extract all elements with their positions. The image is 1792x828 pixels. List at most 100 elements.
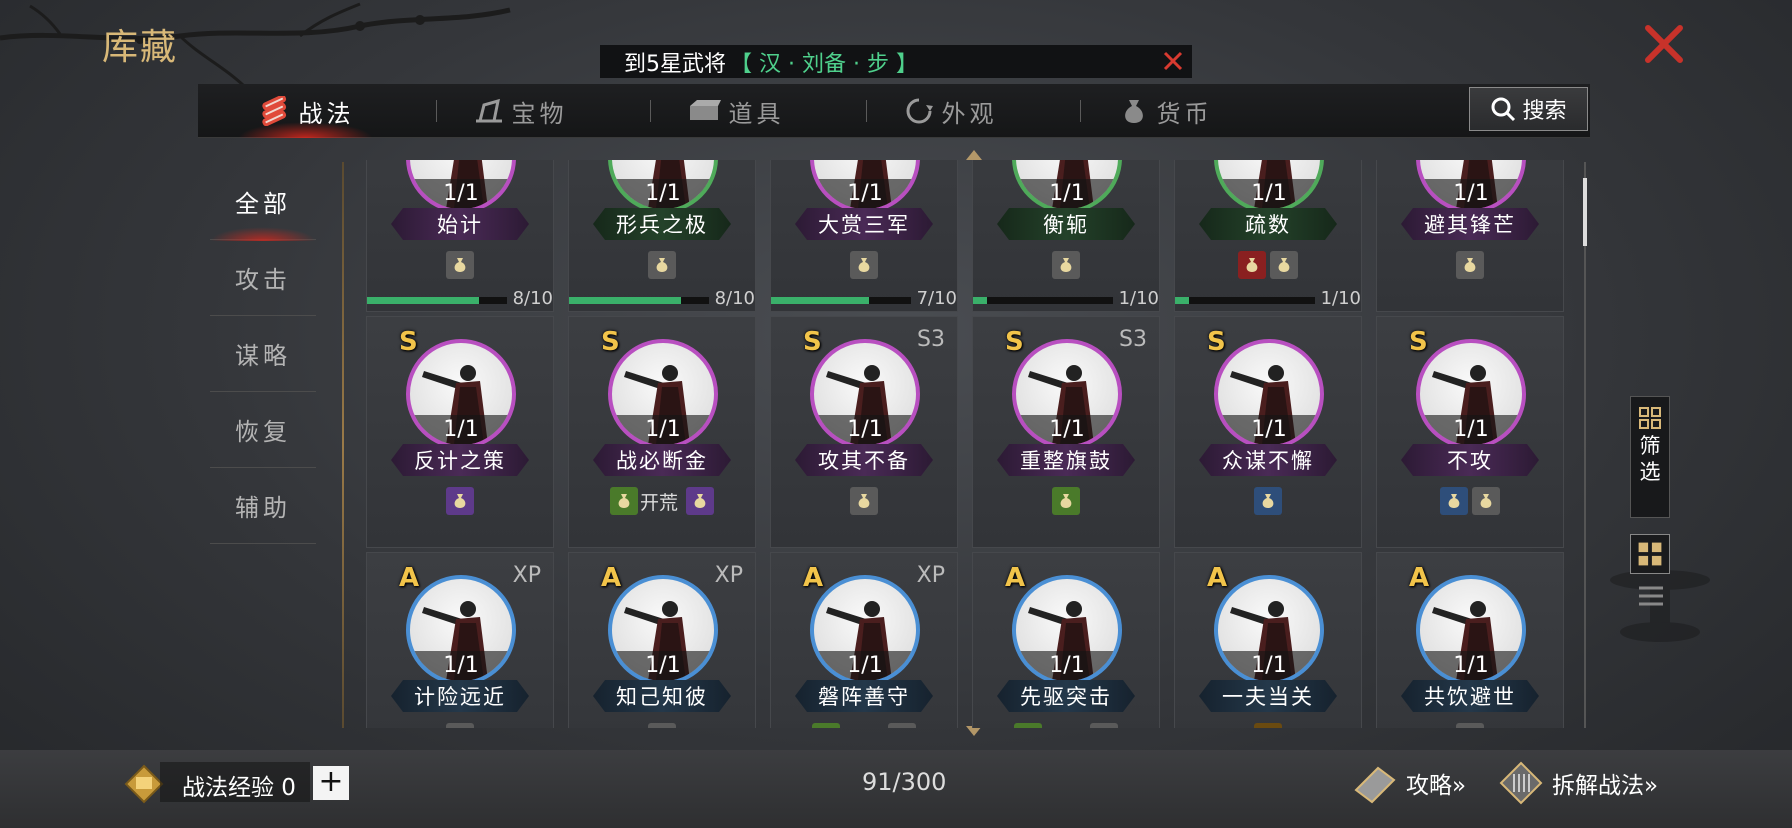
- grid-view-icon[interactable]: [1630, 534, 1670, 574]
- tab-tactics[interactable]: 战法: [198, 84, 413, 138]
- blue-source-icon: [1254, 487, 1282, 515]
- tactic-card[interactable]: 1/1 S 不攻: [1376, 316, 1564, 548]
- list-view-icon[interactable]: [1638, 584, 1664, 612]
- source-badges: [569, 723, 755, 728]
- source-badges: [569, 251, 755, 279]
- scroll-thumb[interactable]: [1583, 178, 1587, 246]
- add-exp-button[interactable]: +: [313, 766, 349, 800]
- tactic-card[interactable]: 1/1 形兵之极 8/10: [568, 160, 756, 312]
- banner-close-icon[interactable]: [1162, 50, 1184, 72]
- guide-label: 攻略»: [1406, 773, 1467, 799]
- tactic-portrait: 1/1: [608, 575, 718, 685]
- tab-label: 宝物: [511, 99, 568, 128]
- grid-scrollbar[interactable]: [1583, 162, 1587, 728]
- tactic-count: 1/1: [1218, 415, 1320, 445]
- tactic-name: 重整旗鼓: [997, 444, 1135, 476]
- tab-appearance[interactable]: 外观: [843, 84, 1058, 138]
- tactic-count: 1/1: [612, 415, 714, 445]
- tactic-name: 始计: [391, 208, 529, 240]
- grade-badge: A: [399, 563, 420, 593]
- sidebar-item-attack[interactable]: 攻击: [210, 240, 316, 316]
- source-badges: [1377, 487, 1563, 515]
- red-source-icon: [1238, 251, 1266, 279]
- tactic-count: 1/1: [612, 179, 714, 209]
- purple-source-icon: [686, 487, 714, 515]
- guide-button[interactable]: 攻略»: [1352, 758, 1466, 808]
- filter-button[interactable]: 筛选: [1630, 396, 1670, 518]
- banner-highlight: 【 汉 · 刘备 · 步 】: [730, 51, 918, 77]
- tactic-portrait: 1/1: [406, 160, 516, 213]
- tactic-card[interactable]: 1/1 S 战必断金 开荒: [568, 316, 756, 548]
- sidebar-item-support[interactable]: 辅助: [210, 468, 316, 544]
- grade-badge: A: [1409, 563, 1430, 593]
- close-icon[interactable]: [1640, 20, 1688, 68]
- tactic-card[interactable]: 1/1 S 众谋不懈: [1174, 316, 1362, 548]
- tactic-name: 攻其不备: [795, 444, 933, 476]
- tactic-card[interactable]: 1/1 衡轭 1/10: [972, 160, 1160, 312]
- progress-bar: 1/10: [973, 288, 1159, 311]
- tactic-card[interactable]: 1/1 大赏三军 7/10: [770, 160, 958, 312]
- tactic-grid-viewport[interactable]: 1/1 始计 8/10 1/1 形兵之极 8/10 1/1 大赏三军 7/10 1/1 衡轭 1/10…: [366, 160, 1566, 728]
- tactic-card[interactable]: 1/1 S S3 攻其不备: [770, 316, 958, 548]
- tactic-card[interactable]: 1/1 S 反计之策: [366, 316, 554, 548]
- progress-label: 7/10: [916, 288, 957, 309]
- tab-currency[interactable]: 货币: [1058, 84, 1273, 138]
- tactic-card[interactable]: 1/1 A XP 计险远近: [366, 552, 554, 728]
- source-badges: 开荒: [973, 723, 1159, 728]
- grade-badge: A: [1207, 563, 1228, 593]
- tactic-card[interactable]: 1/1 A XP 知己知彼: [568, 552, 756, 728]
- sidebar-item-strategy[interactable]: 谋略: [210, 316, 316, 392]
- sidebar-item-all[interactable]: 全部: [210, 164, 316, 241]
- filter-grid-icon: [1639, 407, 1661, 429]
- item-box-icon: [689, 100, 721, 120]
- progress-bar: 7/10: [771, 288, 957, 311]
- tactic-card[interactable]: 1/1 A 先驱突击开荒: [972, 552, 1160, 728]
- tactic-name: 计险远近: [391, 680, 529, 712]
- tactic-count: 1/1: [410, 651, 512, 681]
- gold-source-icon: [446, 251, 474, 279]
- tactic-name: 反计之策: [391, 444, 529, 476]
- tactic-card[interactable]: 1/1 A 共饮避世: [1376, 552, 1564, 728]
- gold-source-icon: [1456, 251, 1484, 279]
- tactic-count: 1/1: [1218, 179, 1320, 209]
- tactic-name: 避其锋芒: [1401, 208, 1539, 240]
- season-tag: S3: [917, 327, 945, 352]
- tab-treasure[interactable]: 宝物: [413, 84, 628, 138]
- gold-source-icon: [1270, 251, 1298, 279]
- grade-badge: S: [1207, 327, 1226, 357]
- tactic-card[interactable]: 1/1 A XP 磐阵善守开荒: [770, 552, 958, 728]
- sidebar-item-recovery[interactable]: 恢复: [210, 392, 316, 468]
- banner-text: 到5星武将: [624, 51, 726, 77]
- tactic-name: 共饮避世: [1401, 680, 1539, 712]
- decompose-label: 拆解战法»: [1552, 773, 1659, 799]
- progress-bar: 8/10: [569, 288, 755, 311]
- tactic-card[interactable]: 1/1 始计 8/10: [366, 160, 554, 312]
- grade-badge: A: [1005, 563, 1026, 593]
- decompose-tactics-button[interactable]: 拆解战法»: [1498, 758, 1658, 808]
- source-badges: [973, 487, 1159, 515]
- gold-source-icon: [446, 723, 474, 728]
- source-badges: 开荒: [771, 723, 957, 728]
- tactic-portrait: 1/1: [1416, 339, 1526, 449]
- scroll-bundle-icon: [261, 96, 286, 126]
- tactic-count: 1/1: [410, 415, 512, 445]
- tactic-card[interactable]: 1/1 避其锋芒: [1376, 160, 1564, 312]
- tab-label: 外观: [941, 99, 998, 128]
- tab-items[interactable]: 道具: [628, 84, 843, 138]
- tactic-portrait: 1/1: [1416, 160, 1526, 213]
- search-button[interactable]: 搜索: [1469, 87, 1588, 131]
- tactic-portrait: 1/1: [810, 339, 920, 449]
- tactic-count: 1/1: [1420, 179, 1522, 209]
- purple-source-icon: [446, 487, 474, 515]
- tactic-name: 形兵之极: [593, 208, 731, 240]
- tactic-exp-label: 战法经验 0: [182, 775, 296, 801]
- tactic-card[interactable]: 1/1 S S3 重整旗鼓: [972, 316, 1160, 548]
- tactic-name: 不攻: [1401, 444, 1539, 476]
- tab-label: 道具: [728, 99, 785, 128]
- tactic-card[interactable]: 1/1 A 一夫当关: [1174, 552, 1362, 728]
- tactic-count: 1/1: [1420, 415, 1522, 445]
- tactic-portrait: 1/1: [1214, 575, 1324, 685]
- tactic-card[interactable]: 1/1 疏数 1/10: [1174, 160, 1362, 312]
- gold-source-icon: [850, 487, 878, 515]
- tactic-portrait: 1/1: [406, 575, 516, 685]
